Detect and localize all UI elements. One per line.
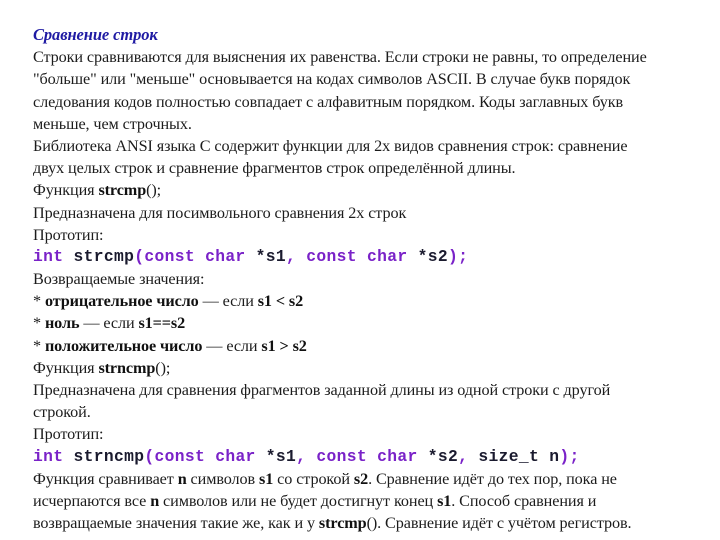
func-parens: (); [146,181,162,200]
return-term: ноль [44,314,80,333]
bullet: * [33,336,45,355]
code-keyword: char [367,446,418,466]
return-condition: s1 > s2 [261,336,307,355]
intro-line-3: следования кодов полностью совпадает с а… [33,92,624,111]
func-label: Функция [33,358,99,377]
return-item: * ноль — если s1==s2 [33,312,713,334]
strncmp-prototype-label: Прототип: [33,425,104,444]
return-condition: s1 < s2 [257,292,304,311]
returns-label: Возвращаемые значения: [33,270,205,289]
code-keyword: int [33,446,64,466]
strncmp-description-line-1: Предназначена для сравнения фрагментов з… [33,381,611,399]
intro-line-4: меньше, чем строчных. [33,114,192,133]
text: . Способ сравнения и [451,491,597,510]
code-argument: *s1 [255,446,297,466]
code-function-name: strncmp [63,446,145,466]
code-function-name: strcmp [63,246,135,266]
explanation-line-1: Функция сравнивает n символов s1 со стро… [33,468,713,490]
var-n: n [150,491,160,510]
code-paren: ( [144,446,155,466]
func-label: Функция [33,181,99,200]
intro-line-6: двух целых строк и сравнение фрагментов … [33,159,516,178]
text: (). Сравнение идёт с учётом регистров. [366,514,632,533]
document-page: Сравнение строк Строки сравниваются для … [33,24,713,534]
code-keyword: const [154,446,206,466]
var-s1: s1 [437,491,452,510]
return-term: положительное число [44,336,203,355]
code-keyword: const [144,246,195,266]
strcmp-prototype-code: int strcmp(const char *s1, const char *s… [33,246,713,268]
strncmp-heading: Функция strncmp(); [33,357,713,379]
strcmp-heading: Функция strcmp(); [33,179,713,201]
var-s2: s2 [353,469,369,488]
text: Функция сравнивает [33,469,178,488]
return-dash: — если [202,336,262,355]
code-keyword: const [296,246,357,266]
var-n: n [177,469,187,488]
strncmp-description-line-2: строкой. [33,403,91,422]
code-keyword: char [356,246,408,266]
explanation-line-2: исчерпаются все n символов или не будет … [33,490,713,512]
func-name: strncmp [98,358,156,377]
return-term: отрицательное число [44,292,199,311]
code-keyword: char [194,246,246,266]
func-parens: (); [155,358,171,377]
section-title: Сравнение строк [33,25,158,44]
text: символов или не будет достигнут конец [159,491,438,510]
code-close: ); [448,246,469,266]
code-keyword: char [205,446,256,466]
intro-line-2: "больше" или "меньше" основывается на ко… [33,70,631,89]
strcmp-description: Предназначена для посимвольного сравнени… [33,203,407,222]
code-argument: *s1 [245,246,287,266]
strncmp-prototype-code: int strncmp(const char *s1, const char *… [33,446,713,468]
bullet: * [33,314,45,333]
code-keyword: const [306,446,368,466]
code-keyword: int [33,246,64,266]
code-argument: size_t n [468,446,560,466]
code-paren: ( [134,246,145,266]
bullet: * [33,292,45,311]
return-dash: — если [198,292,258,311]
explanation-line-3: возвращаемые значения такие же, как и у … [33,512,713,534]
text: символов [186,469,260,488]
return-item: * положительное число — если s1 > s2 [33,335,713,357]
return-item: * отрицательное число — если s1 < s2 [33,290,713,312]
func-name: strcmp [318,514,367,533]
return-condition: s1==s2 [138,314,186,333]
intro-line-1: Строки сравниваются для выяснения их рав… [33,48,647,67]
text: . Сравнение идёт до тех пор, пока не [368,469,617,488]
code-argument: *s2 [407,246,448,266]
var-s1: s1 [259,469,274,488]
strcmp-prototype-label: Прототип: [33,225,104,244]
return-dash: — если [79,314,139,333]
code-comma: , [458,446,469,466]
text: возвращаемые значения такие же, как и у [33,514,319,533]
intro-line-5: Библиотека ANSI языка С содержит функции… [33,136,628,155]
code-comma: , [286,246,297,266]
text: исчерпаются все [33,491,151,510]
code-comma: , [296,446,307,466]
func-name: strcmp [98,181,147,200]
text: со строкой [273,469,354,488]
code-argument: *s2 [417,446,459,466]
code-close: ); [559,446,580,466]
